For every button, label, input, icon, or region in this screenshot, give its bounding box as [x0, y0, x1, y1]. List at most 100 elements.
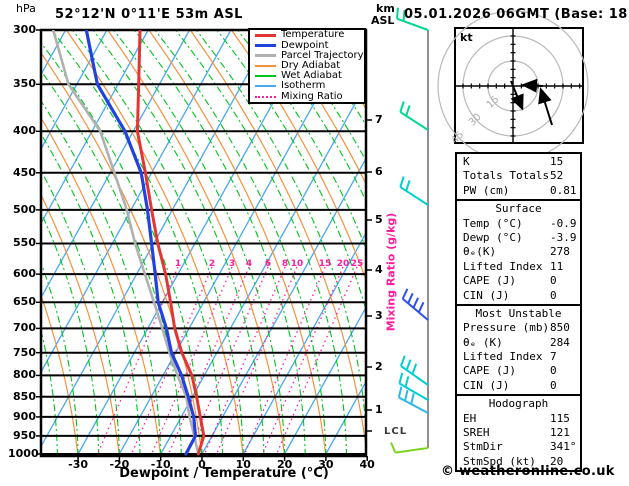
station-title: 52°12'N 0°11'E 53m ASL	[55, 7, 243, 22]
legend-swatch	[255, 75, 276, 78]
wind-barb-tick	[390, 442, 397, 453]
pressure-tick-label: 800	[13, 368, 36, 382]
legend-label: Mixing Ratio	[281, 90, 343, 102]
stats-row: Dewp (°C) -3.9	[457, 231, 580, 245]
lcl-label: LCL	[384, 426, 408, 437]
mixing-ratio-value-label: 25	[350, 259, 364, 269]
stats-value: 0.81	[550, 183, 577, 197]
stats-section-hodograph: Hodograph EH 115 SREH 121 StmDir 341° StmSpd (k…	[455, 394, 582, 473]
legend-swatch	[255, 95, 276, 98]
pressure-tick-label: 550	[13, 236, 36, 250]
stats-row: CIN (J) 0	[457, 379, 580, 393]
legend-swatch	[255, 85, 276, 88]
wind-barb-shaft	[399, 186, 429, 206]
stats-value: 278	[550, 245, 570, 259]
altitude-unit-asl: ASL	[371, 14, 395, 27]
legend-item-isotherm: Isotherm	[250, 81, 364, 91]
temperature-curve	[135, 30, 206, 456]
pressure-tick-label: 1000	[8, 447, 39, 460]
stats-section-title: Hodograph	[488, 397, 549, 411]
stats-row: EH 115	[457, 412, 580, 426]
stats-value: 121	[550, 426, 570, 440]
km-tick-label: 2	[375, 360, 383, 373]
mixing-ratio-line	[96, 266, 179, 456]
legend-item-mixing-ratio: Mixing Ratio	[250, 91, 364, 101]
mixing-ratio-line	[261, 266, 344, 456]
stats-section-indices: K 15 Totals Totals 52 PW (cm) 0.81	[455, 152, 582, 202]
pressure-tick-label: 500	[13, 202, 36, 216]
mixing-ratio-axis-label: Mixing Ratio (g/kg)	[384, 212, 398, 332]
wind-barb	[401, 288, 429, 321]
stats-section-title: Most Unstable	[475, 306, 562, 320]
wind-barb-tick	[405, 359, 412, 371]
temp-tick-label: 40	[359, 458, 375, 471]
temp-tick-label: -30	[68, 458, 89, 471]
stats-label: EH	[463, 411, 477, 425]
stats-value: 52	[550, 169, 564, 183]
mixing-ratio-value-label: 1	[174, 259, 182, 269]
pressure-tick-label: 900	[13, 409, 36, 423]
stats-label: CAPE (J)	[463, 364, 516, 378]
wind-barb-tick	[400, 355, 406, 367]
wind-barb-tick	[404, 376, 410, 388]
km-tick-label: 4	[375, 263, 383, 276]
pressure-tick-label: 400	[13, 124, 36, 138]
wind-barb-tick	[399, 101, 405, 113]
stats-section-surface: Surface Temp (°C) -0.9 Dewp (°C) -3.9 θₑ(K) 27…	[455, 199, 582, 306]
mixing-ratio-value-label: 4	[245, 259, 253, 269]
wind-barb-shaft	[399, 111, 429, 131]
stats-label: K	[463, 155, 470, 168]
skewt-sounding-page: 15 30 45 kt hPa 52°12'N 0°11'E 53m ASL km A…	[0, 0, 629, 486]
stats-label: CIN (J)	[463, 288, 510, 302]
wind-barb-tick	[407, 292, 414, 304]
wind-barb	[390, 442, 429, 454]
wind-barb-tick	[411, 363, 418, 375]
mixing-ratio-value-label: 3	[228, 259, 236, 269]
stats-label: Lifted Index	[463, 259, 543, 273]
stats-label: StmDir	[463, 440, 503, 454]
stats-value: 284	[550, 335, 570, 349]
pressure-unit-label: hPa	[16, 2, 36, 15]
pressure-tick-label: 700	[13, 321, 36, 335]
stats-section-title: Surface	[495, 202, 542, 216]
stats-value: 115	[550, 411, 570, 425]
wind-barb-tick	[401, 288, 409, 300]
stats-row: Pressure (mb) 850	[457, 321, 580, 335]
stats-row: Lifted Index 11	[457, 260, 580, 274]
km-tick-label: 3	[375, 309, 383, 322]
wind-barb-shaft	[398, 396, 429, 414]
stats-row: CIN (J) 0	[457, 289, 580, 303]
stats-row: CAPE (J) 0	[457, 364, 580, 378]
stats-row: StmDir 341°	[457, 440, 580, 454]
mixing-ratio-line	[203, 266, 286, 456]
mixing-ratio-line	[167, 266, 250, 456]
wind-barb-tick	[398, 372, 404, 384]
pressure-tick-label: 750	[13, 345, 36, 359]
hodograph-unit-label: kt	[460, 31, 473, 44]
mixing-ratio-value-label: 10	[290, 259, 304, 269]
datetime-title: 05.01.2026 06GMT (Base: 18)	[404, 7, 629, 22]
stats-row: Totals Totals 52	[457, 169, 580, 183]
pressure-tick-label: 350	[13, 77, 36, 91]
wind-barb-tick	[410, 393, 415, 405]
wind-barb	[399, 176, 429, 206]
copyright: © weatheronline.co.uk	[441, 464, 615, 479]
legend-item-temperature: Temperature	[250, 30, 364, 40]
wind-barb-tick	[405, 105, 411, 117]
stats-value: 341°	[550, 440, 577, 454]
wind-barb-tick	[417, 301, 425, 313]
stats-label: Dewp (°C)	[463, 230, 523, 244]
km-tick-label: 7	[375, 113, 383, 126]
stats-value: 0	[550, 274, 557, 288]
legend-swatch	[255, 44, 276, 48]
stats-row: θₑ (K) 284	[457, 336, 580, 350]
legend-swatch	[255, 33, 276, 37]
pressure-tick-label: 650	[13, 295, 36, 309]
stats-label: θₑ(K)	[463, 245, 497, 259]
pressure-tick-label: 850	[13, 389, 36, 403]
wind-barb-tick	[404, 389, 409, 402]
stats-label: Temp (°C)	[463, 216, 523, 230]
stats-label: SREH	[463, 426, 490, 440]
dewpoint-curve	[84, 30, 198, 456]
pressure-tick-label: 600	[13, 267, 36, 281]
